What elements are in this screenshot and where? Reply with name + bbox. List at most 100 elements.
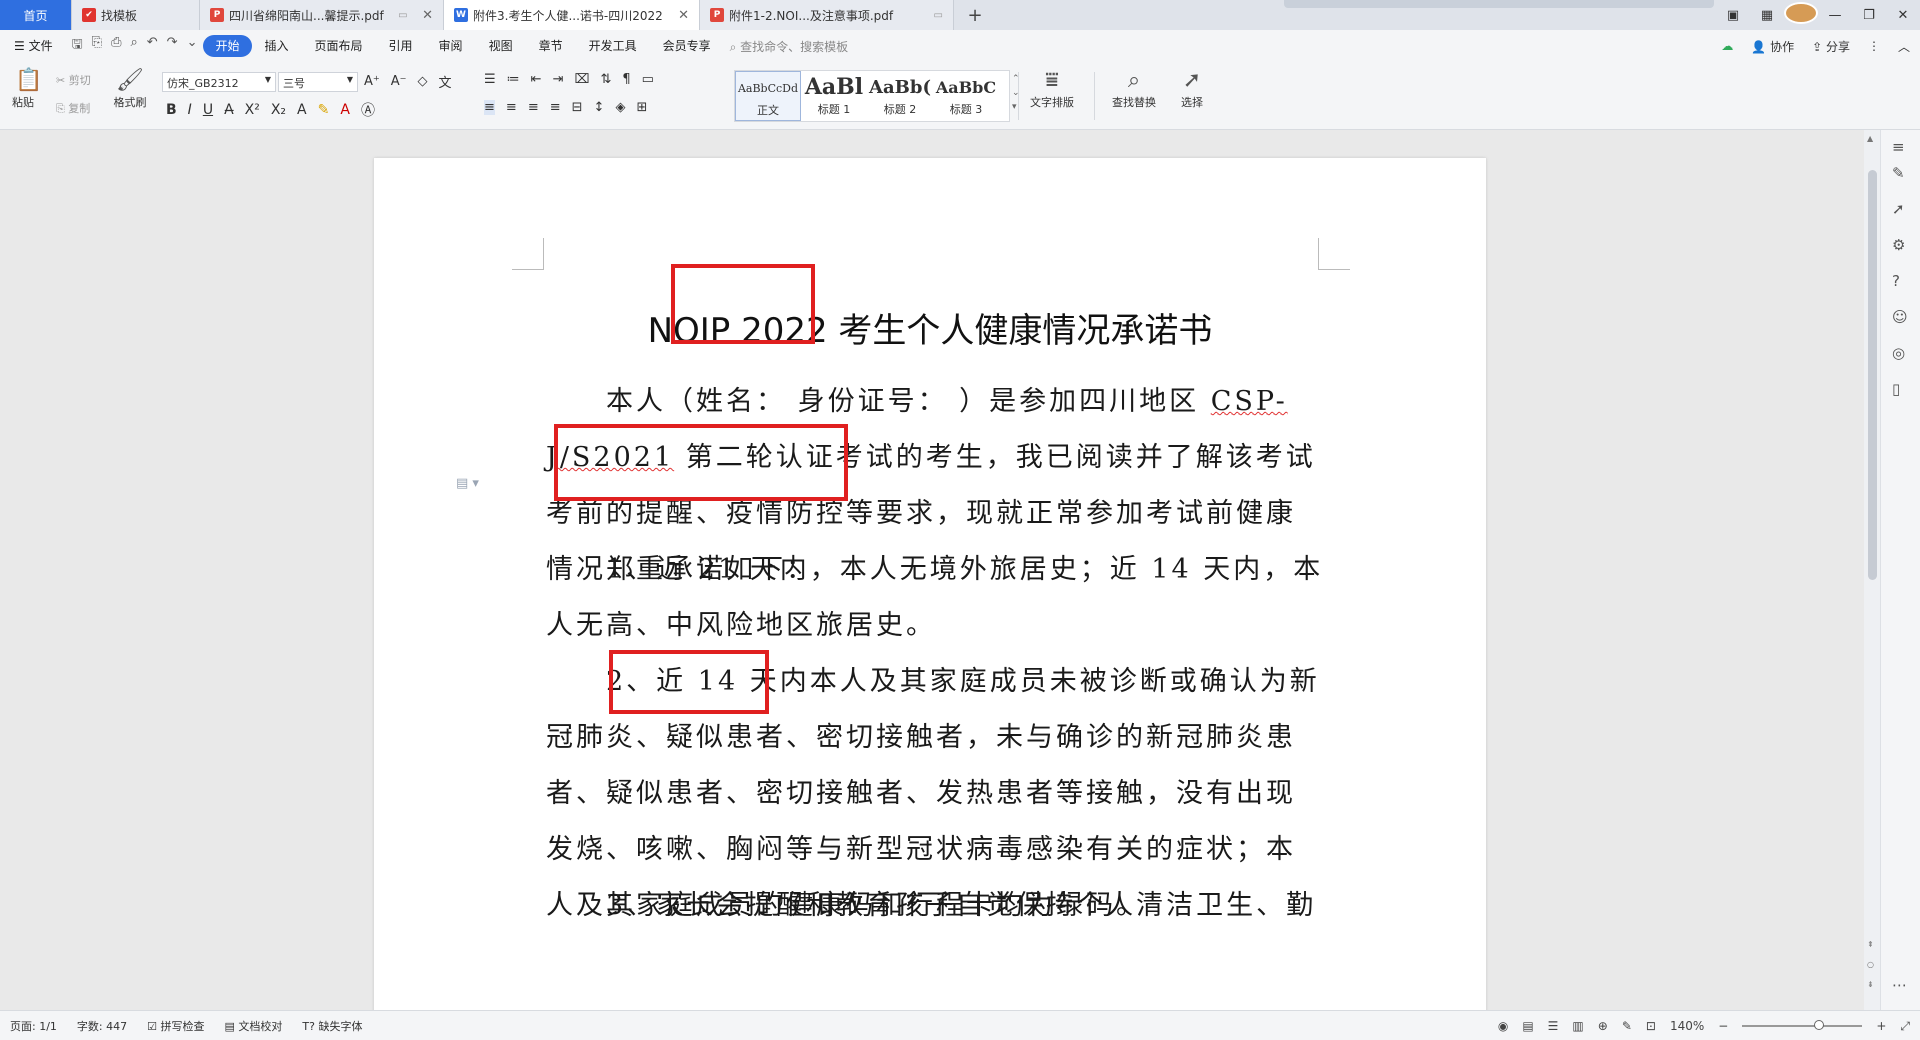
italic-icon[interactable]: I — [188, 102, 192, 118]
subscript-icon[interactable]: X₂ — [271, 102, 286, 118]
missing-font-button[interactable]: T? 缺失字体 — [292, 1018, 372, 1034]
share-button[interactable]: ⇪ 分享 — [1812, 38, 1850, 55]
chinese-layout-icon[interactable]: ⌧ — [574, 72, 589, 87]
command-search[interactable]: ⌕ 查找命令、搜索模板 — [730, 38, 849, 55]
underline-icon[interactable]: U — [203, 102, 213, 118]
more-dots-icon[interactable]: ⋯ — [1892, 976, 1907, 994]
style-heading-1[interactable]: AaBl 标题 1 — [801, 71, 867, 121]
menu-chapter[interactable]: 章节 — [526, 35, 576, 57]
close-icon[interactable]: ✕ — [416, 8, 433, 23]
workspace-icon[interactable]: ▣ — [1716, 8, 1750, 23]
vertical-scrollbar[interactable]: ▲ ⇞ ○ ⇟ — [1864, 130, 1880, 1010]
prev-page-icon[interactable]: ⇞ — [1867, 940, 1874, 949]
superscript-icon[interactable]: X² — [245, 102, 260, 118]
web-view-icon[interactable]: ⊕ — [1598, 1019, 1608, 1033]
select-browse-icon[interactable]: ○ — [1867, 960, 1874, 969]
menu-layout[interactable]: 页面布局 — [302, 35, 376, 57]
tab-pdf-1[interactable]: P 四川省绵阳南山...馨提示.pdf ▭ ✕ — [200, 0, 444, 30]
find-replace-button[interactable]: ⌕ 查找替换 — [1104, 68, 1164, 110]
fit-page-icon[interactable]: ⊡ — [1646, 1019, 1656, 1033]
menu-insert[interactable]: 插入 — [252, 35, 302, 57]
paragraph-marker-icon[interactable]: ▤ ▾ — [456, 476, 479, 491]
style-heading-2[interactable]: AaBb( 标题 2 — [867, 71, 933, 121]
zoom-out-icon[interactable]: − — [1718, 1019, 1728, 1033]
menu-view[interactable]: 视图 — [476, 35, 526, 57]
pointer-icon[interactable]: ➚ — [1892, 200, 1905, 218]
style-normal[interactable]: AaBbCcDd 正文 — [735, 71, 801, 121]
pin-icon[interactable]: ▭ — [928, 10, 943, 21]
decrease-indent-icon[interactable]: ⇤ — [531, 72, 542, 87]
font-size-select[interactable]: 三号 ▼ — [278, 72, 358, 92]
new-tab-button[interactable]: + — [960, 0, 990, 30]
phonetic-icon[interactable]: 文 — [439, 72, 452, 91]
bullet-list-icon[interactable]: ☰ — [484, 72, 496, 87]
scroll-up-icon[interactable]: ▲ — [1867, 134, 1873, 143]
more-icon[interactable]: ⋮ — [1868, 39, 1880, 53]
document-workspace[interactable]: ▤ ▾ NOIP 2022 考生个人健康情况承诺书 本人（姓名： 身份证号： ）… — [0, 130, 1864, 1010]
avatar[interactable] — [1784, 2, 1818, 24]
page-indicator[interactable]: 页面: 1/1 — [0, 1018, 67, 1034]
collapse-ribbon-icon[interactable]: ︿ — [1898, 38, 1910, 55]
text-effect-icon[interactable]: A — [297, 102, 307, 118]
tab-home[interactable]: 首页 — [0, 0, 72, 30]
close-icon[interactable]: ✕ — [672, 8, 689, 23]
zoom-slider[interactable] — [1742, 1020, 1863, 1030]
clear-format-icon[interactable]: ◇ — [418, 74, 428, 89]
menu-developer[interactable]: 开发工具 — [576, 35, 650, 57]
minimize-icon[interactable]: — — [1818, 8, 1852, 23]
sort-icon[interactable]: ⇅ — [600, 72, 611, 87]
location-icon[interactable]: ◎ — [1892, 344, 1905, 362]
print-icon[interactable]: ⎙ — [111, 35, 121, 57]
pin-icon[interactable]: ▭ — [392, 10, 407, 21]
zoom-slider-knob[interactable] — [1814, 1020, 1825, 1030]
settings-sliders-icon[interactable]: ⚙ — [1892, 236, 1905, 254]
zoom-level[interactable]: 140% — [1670, 1019, 1704, 1033]
numbered-list-icon[interactable]: ≔ — [507, 72, 520, 87]
menu-home[interactable]: 开始 — [203, 35, 252, 57]
page-view-icon[interactable]: ▤ — [1522, 1019, 1533, 1033]
justify-icon[interactable]: ≡ — [550, 100, 561, 115]
help-icon[interactable]: ? — [1892, 272, 1900, 290]
sidebar-collapse-icon[interactable]: ≡ — [1892, 138, 1905, 156]
font-name-select[interactable]: 仿宋_GB2312 ▼ — [162, 72, 276, 92]
doc-proof-button[interactable]: ▤ 文档校对 — [214, 1018, 292, 1034]
align-left-icon[interactable]: ≡ — [484, 100, 495, 115]
book-icon[interactable]: ▯ — [1892, 380, 1900, 398]
file-menu[interactable]: ☰ 文件 — [0, 35, 66, 57]
zoom-in-icon[interactable]: + — [1876, 1019, 1886, 1033]
menu-reference[interactable]: 引用 — [376, 35, 426, 57]
cut-button[interactable]: ✂ 剪切 — [56, 72, 91, 88]
menu-review[interactable]: 审阅 — [426, 35, 476, 57]
undo-icon[interactable]: ↶ — [147, 35, 158, 57]
menu-vip[interactable]: 会员专享 — [650, 35, 724, 57]
select-button[interactable]: ➚ 选择 — [1172, 68, 1212, 110]
distribute-icon[interactable]: ⊟ — [572, 100, 583, 115]
tab-pdf-2[interactable]: P 附件1-2.NOI...及注意事项.pdf ▭ — [700, 0, 954, 30]
chevron-down-icon[interactable]: ⌄ — [187, 35, 198, 57]
table-tools-icon[interactable]: ▭ — [642, 72, 654, 87]
document-page[interactable]: ▤ ▾ NOIP 2022 考生个人健康情况承诺书 本人（姓名： 身份证号： ）… — [374, 158, 1486, 1010]
borders-icon[interactable]: ⊞ — [636, 100, 647, 115]
tab-template[interactable]: ✔ 找模板 — [72, 0, 200, 30]
preview-icon[interactable]: ⌕ — [130, 35, 137, 57]
line-spacing-icon[interactable]: ↕ — [594, 100, 605, 115]
avatar-wrap[interactable] — [1784, 2, 1818, 28]
align-right-icon[interactable]: ≡ — [528, 100, 539, 115]
paragraph-item-3[interactable]: 3、家长会提醒和教育孩子自觉保持个人清洁卫生、勤 — [546, 878, 1324, 934]
edit-pen-icon[interactable]: ✎ — [1892, 164, 1905, 182]
save-icon[interactable]: 🖫 — [72, 35, 83, 57]
grid-apps-icon[interactable]: ▦ — [1750, 8, 1784, 23]
close-window-icon[interactable]: ✕ — [1886, 8, 1920, 23]
reading-view-icon[interactable]: ▥ — [1572, 1019, 1583, 1033]
paragraph-item-1[interactable]: 1、近 21 天内，本人无境外旅居史；近 14 天内，本人无高、中风险地区旅居史… — [546, 542, 1324, 654]
write-view-icon[interactable]: ✎ — [1622, 1019, 1632, 1033]
shrink-font-icon[interactable]: A⁻ — [391, 74, 407, 89]
export-icon[interactable]: ⎘ — [92, 35, 102, 57]
show-marks-icon[interactable]: ¶ — [622, 72, 630, 87]
robot-icon[interactable]: ☺ — [1892, 308, 1908, 326]
scrollbar-thumb[interactable] — [1868, 170, 1877, 580]
document-title[interactable]: NOIP 2022 考生个人健康情况承诺书 — [374, 303, 1486, 352]
tab-search-handle[interactable] — [1284, 0, 1714, 8]
spell-check-toggle[interactable]: ☑ 拼写检查 — [137, 1018, 214, 1034]
highlight-icon[interactable]: ✎ — [318, 102, 330, 118]
